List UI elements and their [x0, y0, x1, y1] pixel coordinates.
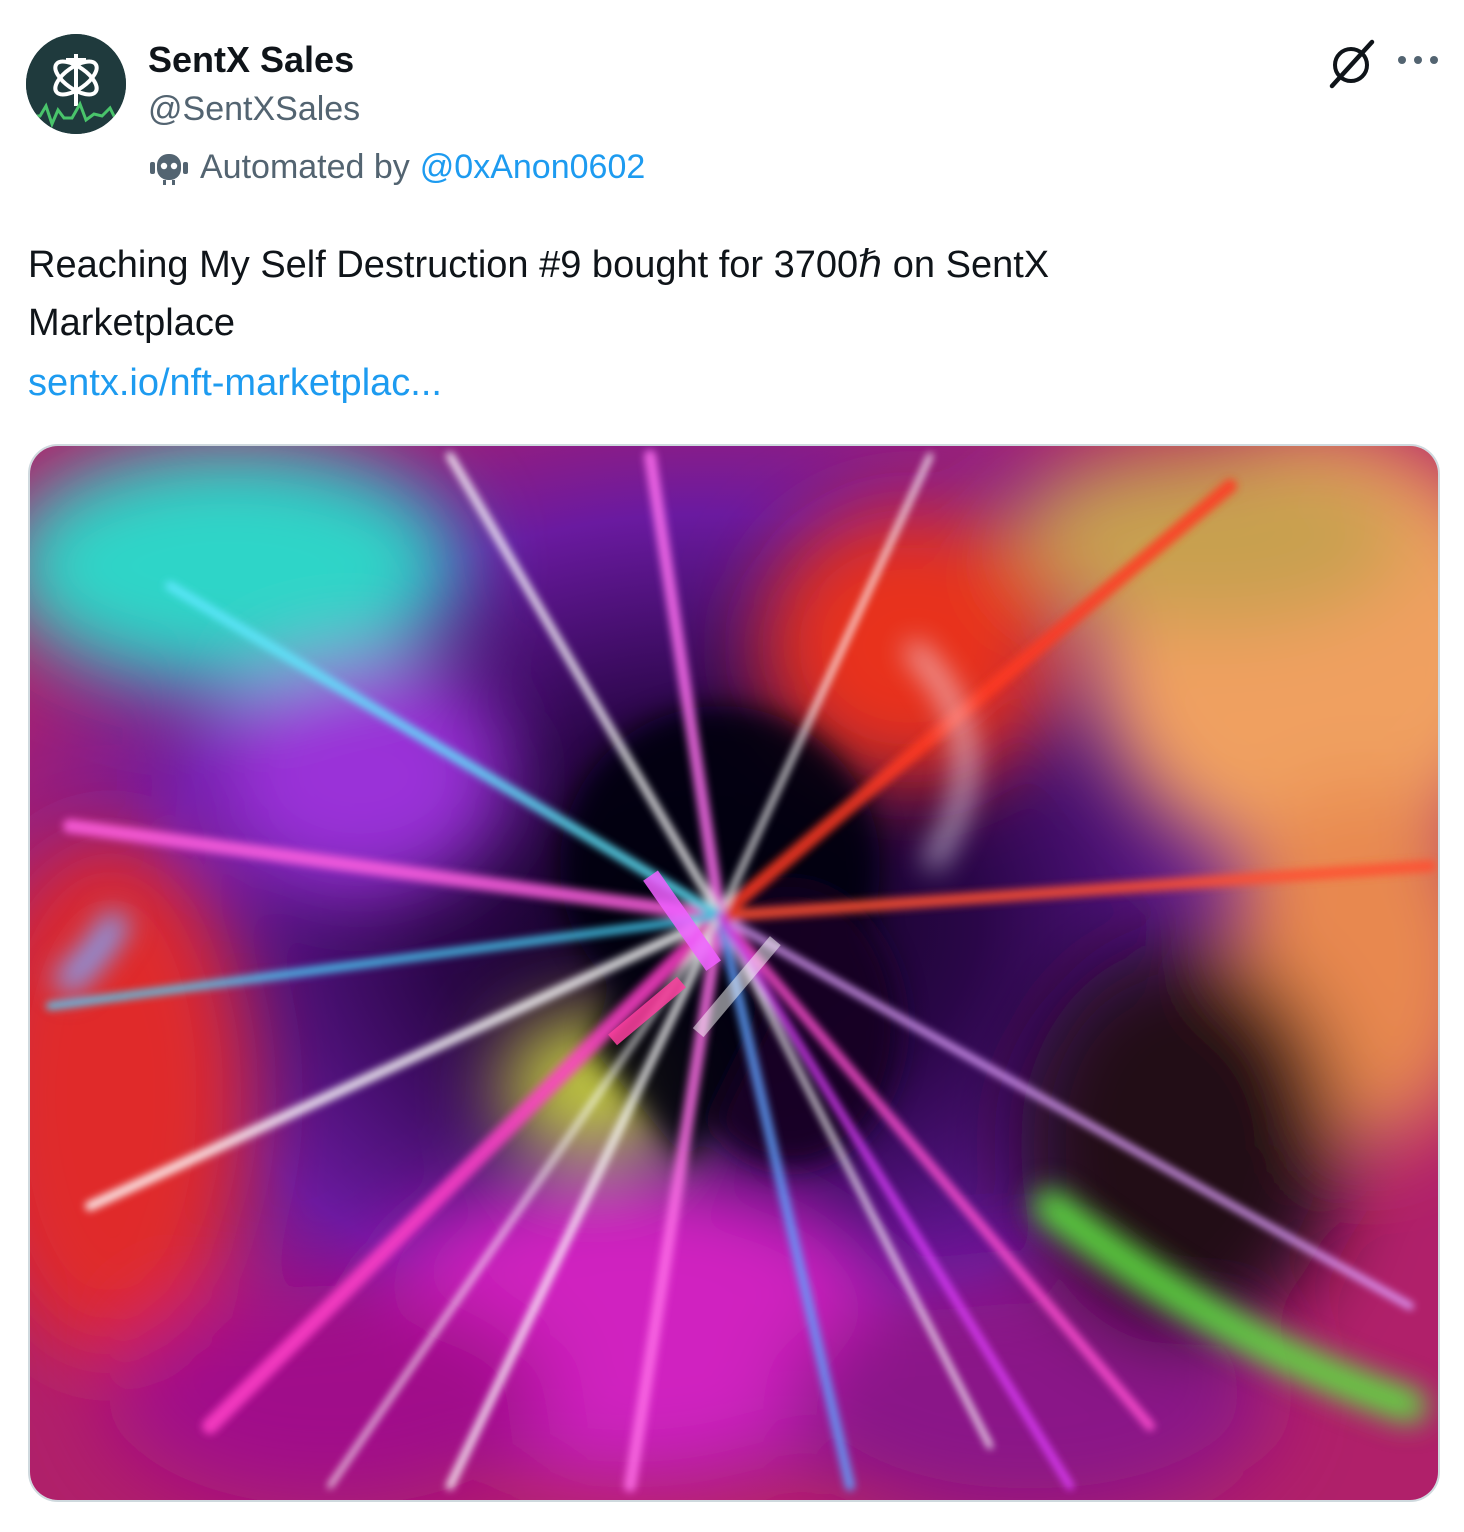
tweet-text: Reaching My Self Destruction #9 bought f…	[28, 236, 1428, 352]
tweet-media-image[interactable]	[28, 444, 1440, 1502]
more-options-icon[interactable]	[1394, 46, 1442, 74]
automated-by-link[interactable]: @0xAnon0602	[420, 148, 645, 187]
automated-by-text: Automated by	[200, 147, 410, 186]
sentx-logo-icon	[26, 34, 126, 134]
tweet-text-line-2: Marketplace	[28, 302, 235, 344]
author-display-name[interactable]: SentX Sales	[148, 38, 354, 82]
tweet-text-line-1: Reaching My Self Destruction #9 bought f…	[28, 244, 1050, 286]
tweet-link[interactable]: sentx.io/nft-marketplac...	[28, 354, 442, 412]
grok-icon[interactable]	[1324, 36, 1378, 90]
abstract-artwork	[30, 446, 1438, 1500]
avatar[interactable]	[26, 34, 126, 134]
author-handle[interactable]: @SentXSales	[148, 88, 360, 130]
robot-icon	[150, 154, 188, 185]
automated-label: Automated by @0xAnon0602	[148, 145, 645, 189]
